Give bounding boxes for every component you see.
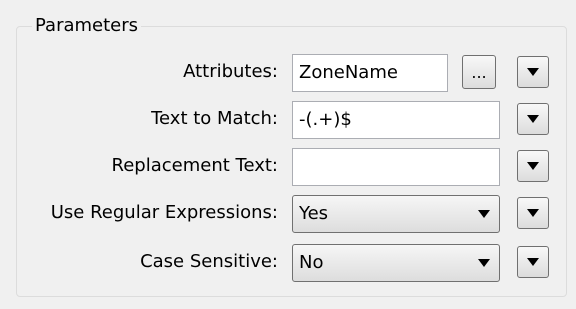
use-regex-label: Use Regular Expressions: xyxy=(50,202,278,223)
chevron-down-icon xyxy=(527,68,539,76)
attributes-menu-button[interactable] xyxy=(517,56,549,88)
case-sensitive-label: Case Sensitive: xyxy=(140,251,278,272)
text-to-match-field[interactable]: -(.+)$ xyxy=(292,101,500,139)
attributes-browse-button[interactable]: ... xyxy=(462,55,496,89)
case-sensitive-menu-button[interactable] xyxy=(517,246,549,278)
use-regex-menu-button[interactable] xyxy=(517,197,549,229)
chevron-down-icon xyxy=(527,162,539,170)
attributes-label: Attributes: xyxy=(183,61,278,82)
attributes-field[interactable]: ZoneName xyxy=(292,54,448,92)
chevron-down-icon xyxy=(527,258,539,266)
use-regex-dropdown[interactable]: Yes xyxy=(292,195,500,233)
case-sensitive-value: No xyxy=(299,252,324,273)
dropdown-arrow-icon xyxy=(478,210,490,218)
text-to-match-menu-button[interactable] xyxy=(517,103,549,135)
dropdown-arrow-icon xyxy=(478,259,490,267)
replacement-text-menu-button[interactable] xyxy=(517,150,549,182)
replacement-text-label: Replacement Text: xyxy=(111,155,278,176)
chevron-down-icon xyxy=(527,115,539,123)
chevron-down-icon xyxy=(527,209,539,217)
replacement-text-field[interactable] xyxy=(292,148,500,186)
use-regex-value: Yes xyxy=(299,203,329,224)
text-to-match-label: Text to Match: xyxy=(151,108,278,129)
parameters-group-title: Parameters xyxy=(32,15,142,37)
case-sensitive-dropdown[interactable]: No xyxy=(292,244,500,282)
